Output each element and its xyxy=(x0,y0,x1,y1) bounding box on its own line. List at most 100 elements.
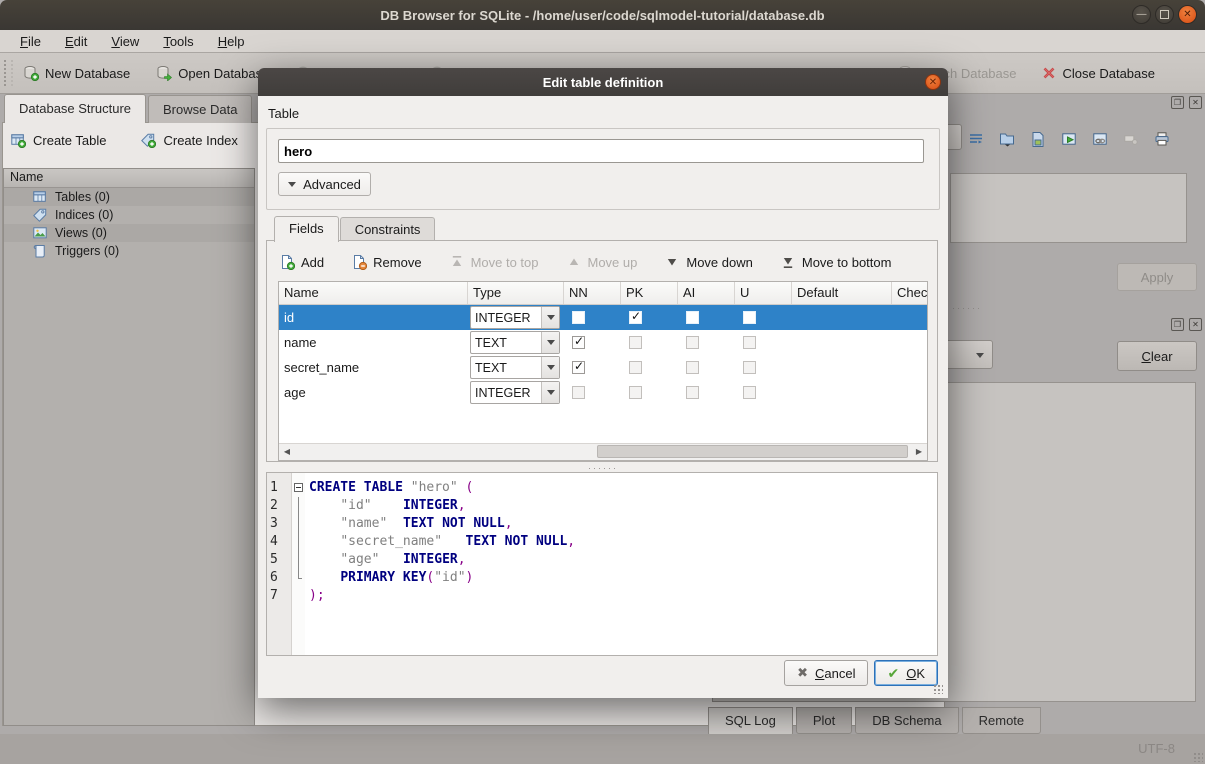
field-name-cell[interactable]: age xyxy=(279,380,468,405)
cancel-button[interactable]: ✖Cancel xyxy=(784,660,868,686)
chevron-down-icon[interactable] xyxy=(541,307,559,328)
nn-checkbox[interactable] xyxy=(572,311,585,324)
column-header-pk[interactable]: PK xyxy=(621,282,678,304)
tree-item-views[interactable]: Views (0) xyxy=(4,224,254,242)
tree-item-triggers[interactable]: Triggers (0) xyxy=(4,242,254,260)
field-row-age[interactable]: ageINTEGER xyxy=(279,380,927,405)
toolbar-new-database[interactable]: New Database xyxy=(23,65,130,81)
action-move-to-top[interactable]: Move to top xyxy=(449,254,539,270)
field-check-cell[interactable] xyxy=(892,330,928,355)
column-header-type[interactable]: Type xyxy=(468,282,564,304)
column-header-nn[interactable]: NN xyxy=(564,282,621,304)
table-name-input[interactable] xyxy=(278,139,924,163)
window-resize-grip[interactable] xyxy=(1193,752,1203,762)
menu-edit[interactable]: Edit xyxy=(55,32,97,51)
chevron-down-icon[interactable] xyxy=(541,382,559,403)
field-row-id[interactable]: idINTEGER xyxy=(279,305,927,330)
toolbar-open-database[interactable]: Open Database xyxy=(156,65,269,81)
field-default-cell[interactable] xyxy=(792,305,892,330)
nn-checkbox[interactable] xyxy=(572,386,585,399)
u-checkbox[interactable] xyxy=(743,336,756,349)
cell-editor-textarea[interactable] xyxy=(950,173,1187,243)
toolbar-drag-handle[interactable] xyxy=(4,60,13,86)
button-create-index[interactable]: Create Index xyxy=(140,132,237,148)
ai-checkbox[interactable] xyxy=(686,361,699,374)
execute-icon[interactable] xyxy=(1061,131,1077,147)
close-icon[interactable]: ✕ xyxy=(1178,5,1197,24)
field-check-cell[interactable] xyxy=(892,305,928,330)
column-header-check[interactable]: Check xyxy=(892,282,928,304)
scroll-right-icon[interactable]: ▶ xyxy=(911,444,927,459)
field-name-cell[interactable]: name xyxy=(279,330,468,355)
dock-splitter-handle[interactable]: ······ xyxy=(952,303,982,313)
pk-checkbox[interactable] xyxy=(629,336,642,349)
dialog-tab-fields[interactable]: Fields xyxy=(274,216,339,242)
bottom-tab-sql-log[interactable]: SQL Log xyxy=(708,707,793,736)
pk-checkbox[interactable] xyxy=(629,386,642,399)
menu-help[interactable]: Help xyxy=(208,32,255,51)
dialog-close-icon[interactable]: ✕ xyxy=(925,74,941,90)
dock-close-icon[interactable]: ✕ xyxy=(1189,96,1202,109)
type-combobox[interactable]: TEXT xyxy=(470,356,560,379)
u-checkbox[interactable] xyxy=(743,361,756,374)
advanced-button[interactable]: Advanced xyxy=(278,172,371,196)
apply-button[interactable]: Apply xyxy=(1117,263,1197,291)
field-check-cell[interactable] xyxy=(892,355,928,380)
ai-checkbox[interactable] xyxy=(686,311,699,324)
type-combobox[interactable]: INTEGER xyxy=(470,381,560,404)
fields-table-header[interactable]: NameTypeNNPKAIUDefaultCheck xyxy=(279,282,927,305)
type-combobox[interactable]: TEXT xyxy=(470,331,560,354)
column-header-name[interactable]: Name xyxy=(279,282,468,304)
dock-float-icon[interactable]: ❐ xyxy=(1171,318,1184,331)
u-checkbox[interactable] xyxy=(743,311,756,324)
bottom-tab-plot[interactable]: Plot xyxy=(796,707,852,734)
chevron-down-icon[interactable] xyxy=(541,357,559,378)
field-check-cell[interactable] xyxy=(892,380,928,405)
tab-database-structure[interactable]: Database Structure xyxy=(4,94,146,123)
bottom-tab-remote[interactable]: Remote xyxy=(962,707,1042,734)
button-create-table[interactable]: Create Table xyxy=(10,132,106,148)
column-header-u[interactable]: U xyxy=(735,282,792,304)
import-icon[interactable] xyxy=(999,131,1015,147)
tree-header-name[interactable]: Name xyxy=(4,169,254,188)
u-checkbox[interactable] xyxy=(743,386,756,399)
pk-checkbox[interactable] xyxy=(629,361,642,374)
print-icon[interactable] xyxy=(1154,131,1170,147)
dialog-titlebar[interactable]: Edit table definition ✕ xyxy=(258,68,948,96)
clear-button[interactable]: Clear xyxy=(1117,341,1197,371)
export-icon[interactable] xyxy=(1030,131,1046,147)
action-remove[interactable]: Remove xyxy=(351,254,421,270)
field-default-cell[interactable] xyxy=(792,330,892,355)
ai-checkbox[interactable] xyxy=(686,386,699,399)
action-add[interactable]: Add xyxy=(279,254,324,270)
toolbar-close-database[interactable]: Close Database xyxy=(1041,65,1156,81)
menu-tools[interactable]: Tools xyxy=(153,32,203,51)
ok-button[interactable]: ✔OK xyxy=(874,660,938,686)
nn-checkbox[interactable] xyxy=(572,336,585,349)
field-row-secret_name[interactable]: secret_nameTEXT xyxy=(279,355,927,380)
field-default-cell[interactable] xyxy=(792,380,892,405)
fold-marker-collapse[interactable] xyxy=(294,479,303,497)
minimize-icon[interactable]: — xyxy=(1132,5,1151,24)
field-row-name[interactable]: nameTEXT xyxy=(279,330,927,355)
column-header-default[interactable]: Default xyxy=(792,282,892,304)
field-default-cell[interactable] xyxy=(792,355,892,380)
dock-float-icon[interactable]: ❐ xyxy=(1171,96,1184,109)
tab-browse-data[interactable]: Browse Data xyxy=(148,95,252,123)
null-toggle-icon[interactable] xyxy=(1123,131,1139,147)
tree-item-indices[interactable]: Indices (0) xyxy=(4,206,254,224)
column-header-ai[interactable]: AI xyxy=(678,282,735,304)
type-combobox[interactable]: INTEGER xyxy=(470,306,560,329)
action-move-down[interactable]: Move down xyxy=(664,254,752,270)
menu-view[interactable]: View xyxy=(101,32,149,51)
nn-checkbox[interactable] xyxy=(572,361,585,374)
action-move-up[interactable]: Move up xyxy=(566,254,638,270)
dialog-resize-grip[interactable] xyxy=(933,684,943,694)
schema-tree[interactable]: Name Tables (0)Indices (0)Views (0)Trigg… xyxy=(3,168,255,726)
sql-preview-editor[interactable]: 1CREATE TABLE "hero" (2 "id" INTEGER,3 "… xyxy=(266,472,938,656)
horizontal-scrollbar[interactable]: ◀ ▶ xyxy=(279,443,927,460)
dialog-tab-constraints[interactable]: Constraints xyxy=(340,217,436,242)
dock-close-icon[interactable]: ✕ xyxy=(1189,318,1202,331)
scrollbar-thumb[interactable] xyxy=(597,445,908,458)
link-icon[interactable] xyxy=(1092,131,1108,147)
